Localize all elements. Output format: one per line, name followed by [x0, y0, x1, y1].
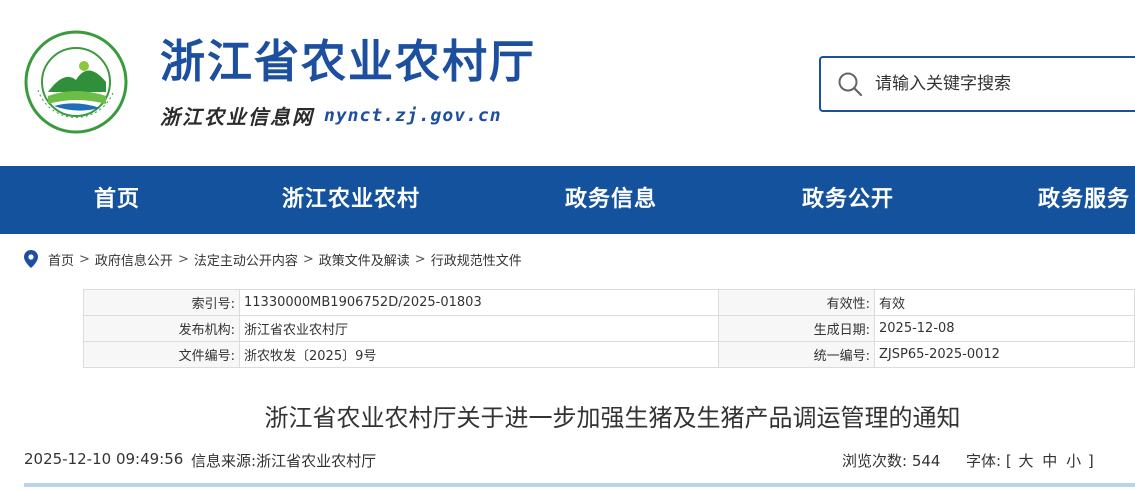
- nav-item-government-services[interactable]: 政务服务: [1038, 166, 1130, 234]
- nav-item-home[interactable]: 首页: [94, 166, 140, 234]
- index-value: 11330000MB1906752D/2025-01803: [239, 289, 719, 316]
- validity-value: 有效: [874, 289, 1135, 316]
- document-number-value: 浙农牧发〔2025〕9号: [239, 341, 719, 368]
- table-row: 文件编号: 浙农牧发〔2025〕9号 统一编号: ZJSP65-2025-001…: [83, 341, 1135, 368]
- created-date-value: 2025-12-08: [874, 315, 1135, 342]
- content-divider: [24, 483, 1135, 487]
- index-label: 索引号:: [83, 289, 240, 316]
- font-size-control: 字体: [ 大 中 小 ]: [966, 450, 1094, 471]
- main-nav: 首页 浙江农业农村 政务信息 政务公开 政务服务: [0, 166, 1135, 234]
- font-large-button[interactable]: 大: [1018, 452, 1033, 470]
- search-icon[interactable]: [837, 71, 863, 97]
- view-count: 浏览次数: 544: [842, 450, 940, 471]
- document-info-table: 索引号: 11330000MB1906752D/2025-01803 有效性: …: [83, 289, 1135, 368]
- search-input[interactable]: [875, 74, 1115, 94]
- publisher-label: 发布机构:: [83, 315, 240, 342]
- created-date-label: 生成日期:: [718, 315, 875, 342]
- search-box[interactable]: [819, 56, 1135, 112]
- info-source-value: 浙江省农业农村厅: [256, 452, 377, 470]
- breadcrumb-separator: >: [414, 251, 426, 267]
- breadcrumb-separator: >: [302, 251, 314, 267]
- validity-label: 有效性:: [718, 289, 875, 316]
- table-row: 发布机构: 浙江省农业农村厅 生成日期: 2025-12-08: [83, 315, 1135, 342]
- article-meta: 2025-12-10 09:49:56 信息来源:浙江省农业农村厅 浏览次数: …: [24, 450, 1135, 470]
- site-header: 浙江省农业农村厅 浙江农业信息网 nynct.zj.gov.cn: [0, 0, 1135, 166]
- breadcrumb: 首页 > 政府信息公开 > 法定主动公开内容 > 政策文件及解读 > 行政规范性…: [24, 248, 522, 270]
- font-medium-button[interactable]: 中: [1042, 452, 1057, 470]
- nav-item-government-info[interactable]: 政务信息: [565, 166, 657, 234]
- document-number-label: 文件编号:: [83, 341, 240, 368]
- site-subtitle: 浙江农业信息网 nynct.zj.gov.cn: [160, 100, 502, 130]
- info-source: 信息来源:浙江省农业农村厅: [191, 450, 376, 471]
- article-title: 浙江省农业农村厅关于进一步加强生猪及生猪产品调运管理的通知: [264, 404, 961, 432]
- breadcrumb-separator: >: [177, 251, 189, 267]
- nav-item-zhejiang-agriculture[interactable]: 浙江农业农村: [282, 166, 420, 234]
- font-bracket-close: ]: [1087, 452, 1094, 470]
- site-logo-icon[interactable]: [24, 30, 128, 134]
- nav-item-government-affairs-public[interactable]: 政务公开: [802, 166, 894, 234]
- location-pin-icon: [24, 250, 38, 268]
- breadcrumb-item-policy-docs[interactable]: 政策文件及解读: [319, 250, 410, 269]
- site-subtitle-cn: 浙江农业信息网: [160, 104, 314, 129]
- font-bracket-open: [: [1005, 452, 1012, 470]
- font-size-label: 字体:: [966, 452, 1002, 470]
- breadcrumb-item-statutory-content[interactable]: 法定主动公开内容: [194, 250, 298, 269]
- site-title[interactable]: 浙江省农业农村厅: [160, 34, 536, 90]
- publisher-value: 浙江省农业农村厅: [239, 315, 719, 342]
- info-source-label: 信息来源:: [191, 452, 257, 470]
- publish-datetime: 2025-12-10 09:49:56: [24, 450, 184, 468]
- unified-number-label: 统一编号:: [718, 341, 875, 368]
- unified-number-value: ZJSP65-2025-0012: [874, 341, 1135, 368]
- breadcrumb-separator: >: [79, 251, 90, 267]
- view-count-value: 544: [911, 452, 941, 470]
- breadcrumb-item-gov-info-public[interactable]: 政府信息公开: [95, 250, 173, 269]
- font-small-button[interactable]: 小: [1066, 452, 1081, 470]
- breadcrumb-item-normative-docs[interactable]: 行政规范性文件: [431, 250, 522, 269]
- view-count-label: 浏览次数:: [842, 452, 908, 470]
- breadcrumb-item-home[interactable]: 首页: [48, 250, 74, 269]
- site-domain: nynct.zj.gov.cn: [324, 104, 502, 126]
- table-row: 索引号: 11330000MB1906752D/2025-01803 有效性: …: [83, 289, 1135, 316]
